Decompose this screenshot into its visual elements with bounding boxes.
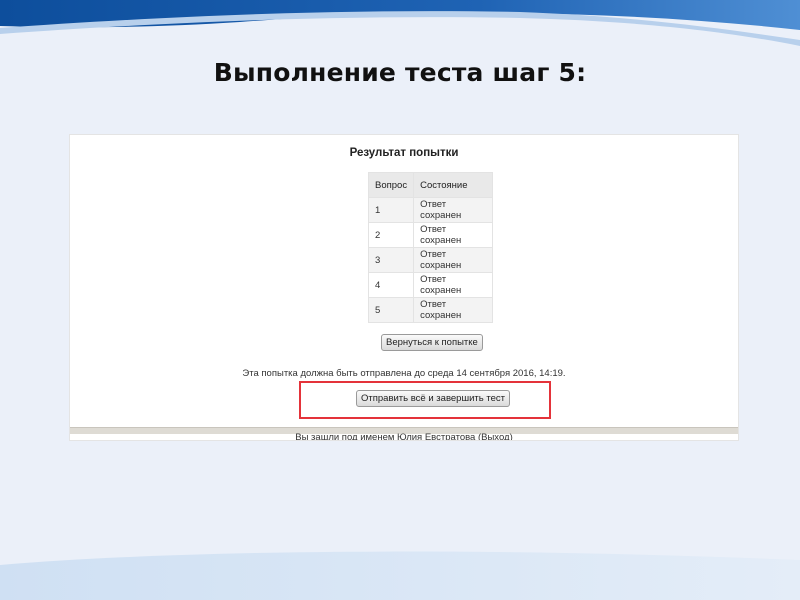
quiz-review-screenshot: Результат попытки Вопрос Состояние 1 Отв… — [70, 135, 738, 440]
question-number: 3 — [367, 247, 415, 273]
question-state: Ответ сохранен — [413, 297, 494, 323]
table-row: 3 Ответ сохранен — [367, 247, 494, 273]
return-to-attempt-button[interactable]: Вернуться к попытке — [381, 334, 483, 351]
question-state: Ответ сохранен — [413, 197, 494, 223]
logout-link[interactable]: Выход — [481, 432, 509, 440]
attempt-summary-table: Вопрос Состояние 1 Ответ сохранен 2 Отве… — [367, 172, 494, 323]
slide-title: Выполнение теста шаг 5: — [213, 58, 587, 87]
table-row: 5 Ответ сохранен — [367, 297, 494, 323]
logout-paren-close: ) — [509, 432, 513, 440]
question-number: 5 — [367, 297, 415, 323]
table-row: 2 Ответ сохранен — [367, 222, 494, 248]
attempt-due-notice: Эта попытка должна быть отправлена до ср… — [242, 368, 566, 379]
column-header-question: Вопрос — [367, 172, 415, 198]
question-number: 4 — [367, 272, 415, 298]
table-header-row: Вопрос Состояние — [367, 172, 494, 198]
table-row: 4 Ответ сохранен — [367, 272, 494, 298]
column-header-state: Состояние — [413, 172, 494, 198]
table-row: 1 Ответ сохранен — [367, 197, 494, 223]
question-number: 2 — [367, 222, 415, 248]
login-info-prefix: Вы зашли под именем — [295, 432, 398, 440]
question-number: 1 — [367, 197, 415, 223]
question-state: Ответ сохранен — [413, 247, 494, 273]
submit-all-and-finish-button[interactable]: Отправить всё и завершить тест — [356, 390, 510, 407]
question-state: Ответ сохранен — [413, 272, 494, 298]
user-profile-link[interactable]: Юлия Евстратова — [397, 432, 475, 440]
question-state: Ответ сохранен — [413, 222, 494, 248]
login-info: Вы зашли под именем Юлия Евстратова (Вых… — [70, 432, 738, 440]
attempt-summary-heading: Результат попытки — [349, 147, 459, 159]
